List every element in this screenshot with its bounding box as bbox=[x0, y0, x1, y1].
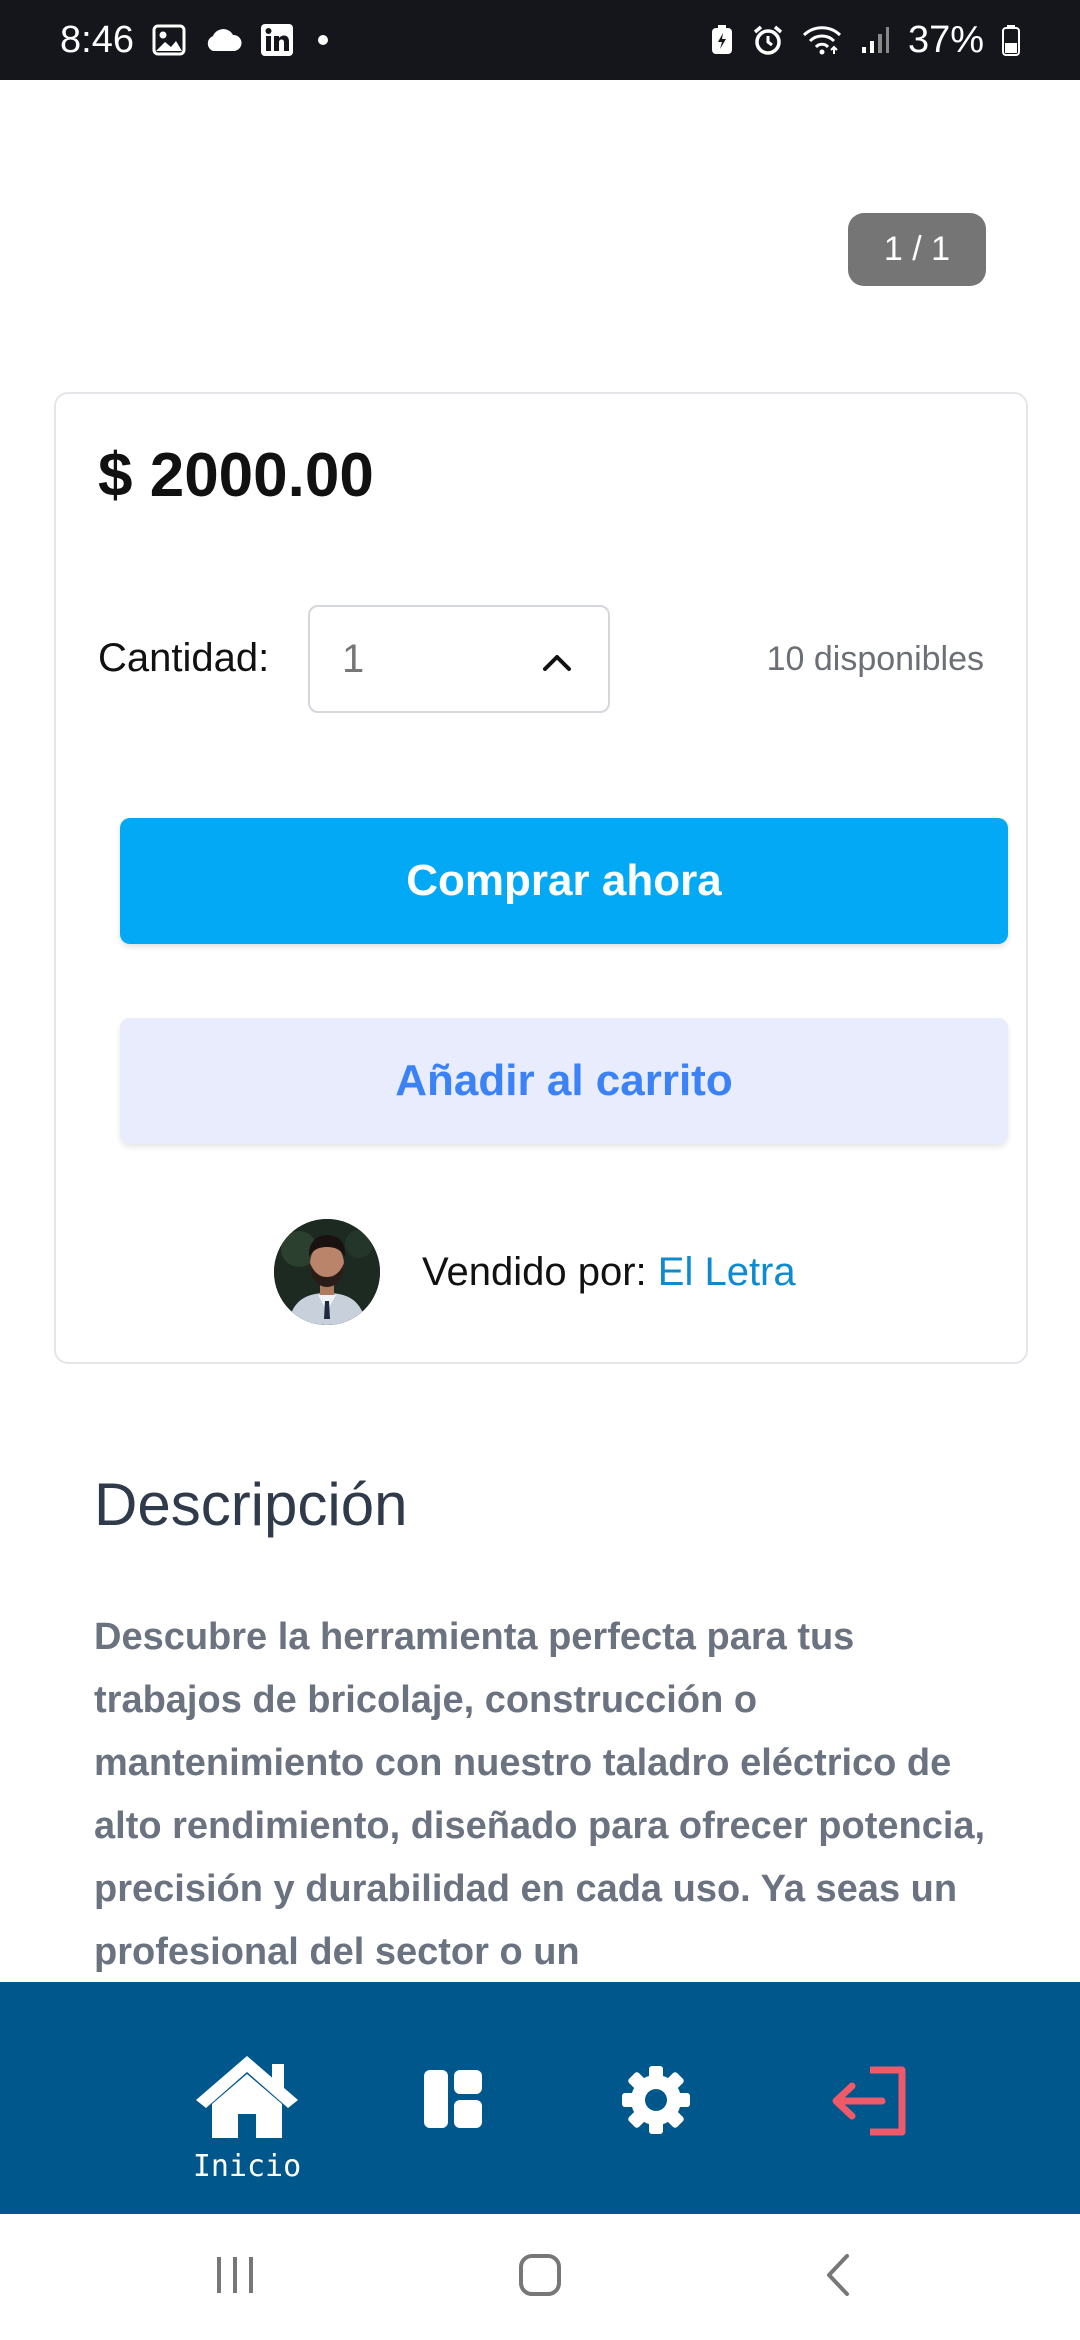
chevron-up-icon bbox=[542, 637, 572, 682]
battery-icon bbox=[1002, 24, 1020, 56]
status-time: 8:46 bbox=[60, 18, 134, 61]
alarm-icon bbox=[752, 24, 784, 56]
status-bar: 8:46 37% bbox=[0, 0, 1080, 80]
nav-item-home[interactable]: Inicio bbox=[192, 2052, 302, 2184]
back-button[interactable] bbox=[808, 2214, 868, 2340]
description-text: Descubre la herramienta perfecta para tu… bbox=[94, 1616, 986, 1973]
image-counter: 1 / 1 bbox=[848, 213, 986, 286]
nav-item-settings[interactable] bbox=[620, 2064, 692, 2141]
nav-item-dashboard[interactable] bbox=[422, 2068, 484, 2135]
battery-saver-icon bbox=[710, 24, 734, 56]
notification-dot-icon bbox=[317, 35, 328, 45]
nav-item-logout[interactable] bbox=[830, 2066, 910, 2141]
battery-percentage: 37% bbox=[907, 18, 984, 61]
screen: 8:46 37% 1 / 1 $ 2000.00 Cantidad: 1 10 … bbox=[0, 0, 1080, 2340]
gallery-icon bbox=[152, 24, 186, 56]
signal-icon bbox=[860, 25, 890, 55]
wifi-icon bbox=[802, 25, 842, 55]
home-button-icon bbox=[518, 2253, 562, 2302]
linkedin-icon bbox=[260, 23, 294, 57]
status-left: 8:46 bbox=[60, 19, 328, 62]
sold-by-label: Vendido por: bbox=[422, 1249, 647, 1294]
product-card: $ 2000.00 Cantidad: 1 10 disponibles Com… bbox=[54, 392, 1028, 1364]
system-navigation-bar bbox=[0, 2214, 1080, 2340]
quantity-label: Cantidad: bbox=[98, 636, 270, 680]
buy-now-button[interactable]: Comprar ahora bbox=[120, 818, 1008, 944]
home-icon bbox=[192, 2052, 302, 2145]
seller-name-link[interactable]: El Letra bbox=[658, 1250, 796, 1294]
description-title: Descripción bbox=[94, 1471, 408, 1538]
seller-info: Vendido por: El Letra bbox=[274, 1218, 796, 1326]
nav-label-home: Inicio bbox=[192, 2149, 302, 2184]
seller-avatar[interactable] bbox=[274, 1219, 380, 1325]
recent-apps-icon bbox=[213, 2255, 257, 2300]
bottom-navigation: Inicio bbox=[0, 1982, 1080, 2214]
product-price: $ 2000.00 bbox=[98, 441, 374, 510]
seller-text: Vendido por: El Letra bbox=[422, 1250, 796, 1295]
recent-apps-button[interactable] bbox=[200, 2214, 270, 2340]
back-icon bbox=[823, 2252, 853, 2303]
add-to-cart-label: Añadir al carrito bbox=[395, 1056, 733, 1105]
gear-icon bbox=[620, 2064, 692, 2141]
logout-icon bbox=[830, 2066, 910, 2141]
status-right: 37% bbox=[710, 19, 1020, 62]
quantity-value: 1 bbox=[342, 636, 365, 681]
dashboard-icon bbox=[422, 2068, 484, 2135]
home-button[interactable] bbox=[500, 2214, 580, 2340]
add-to-cart-button[interactable]: Añadir al carrito bbox=[120, 1018, 1008, 1144]
buy-now-label: Comprar ahora bbox=[406, 856, 722, 905]
stock-available: 10 disponibles bbox=[766, 640, 984, 678]
cloud-icon bbox=[204, 27, 242, 53]
quantity-select[interactable]: 1 bbox=[308, 605, 610, 713]
